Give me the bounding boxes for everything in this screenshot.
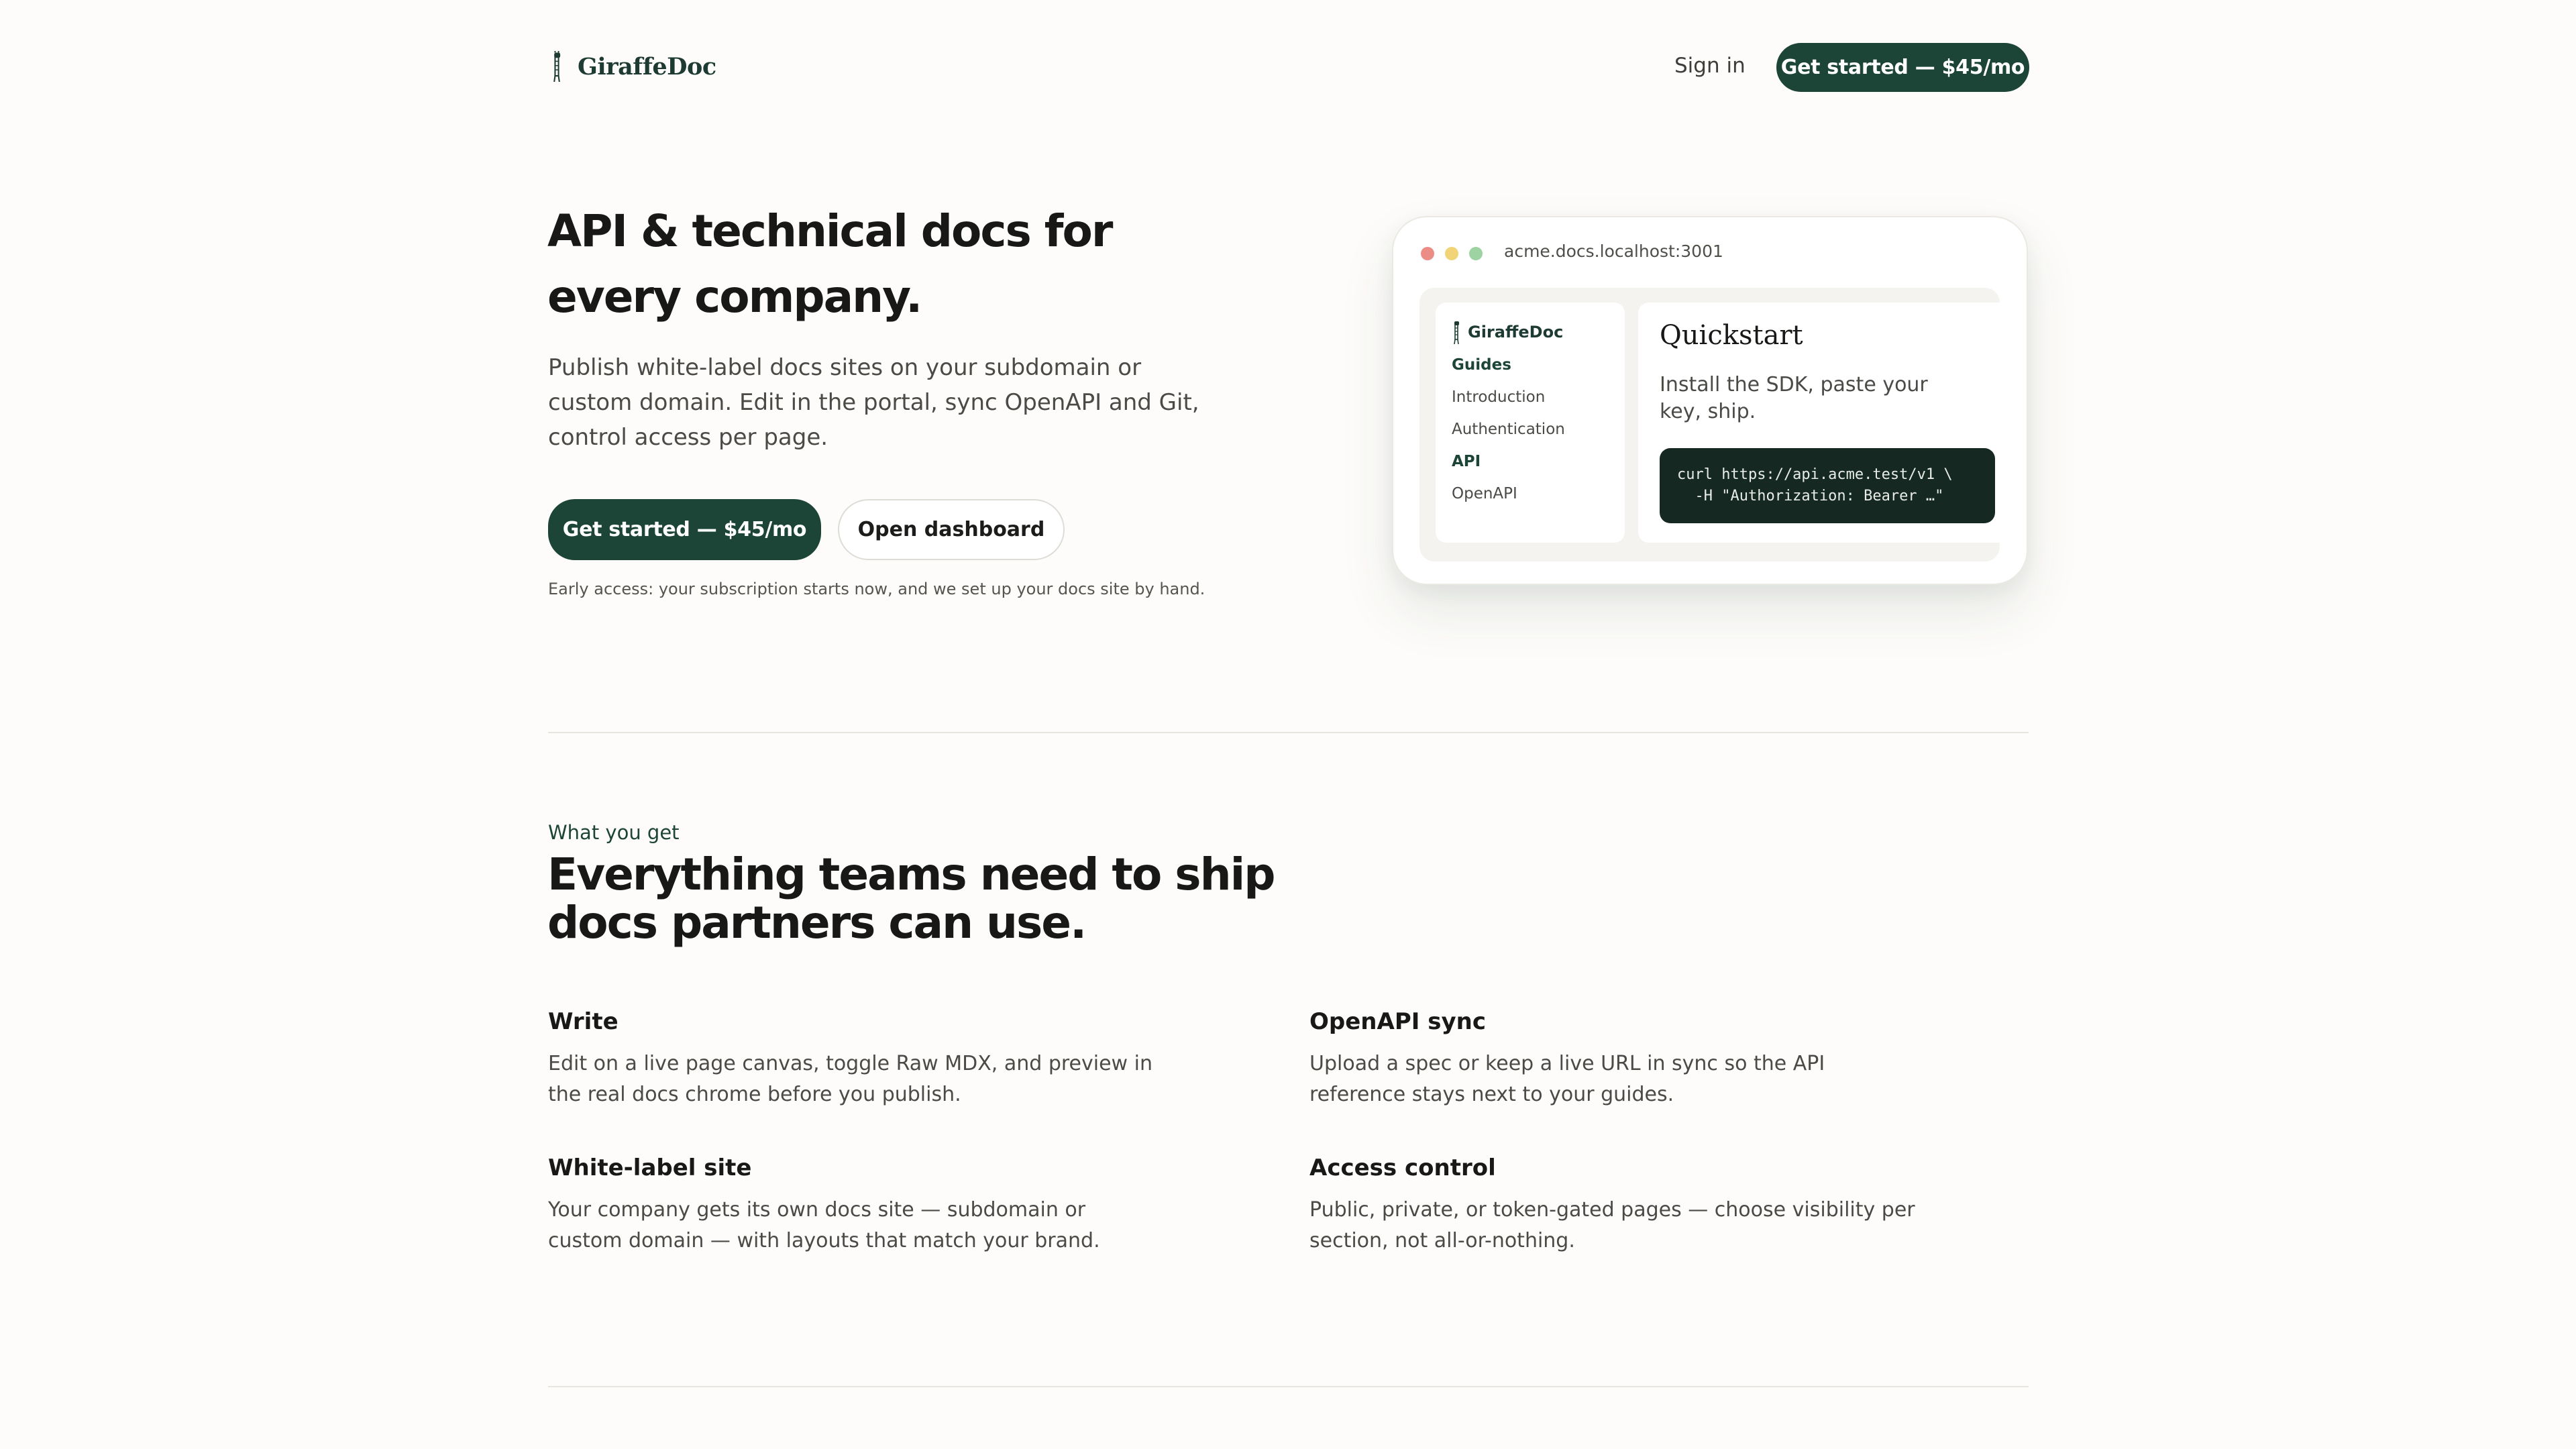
- feature-title: White-label site: [548, 1155, 752, 1181]
- landing-page: GiraffeDoc Sign in Get started — $45/mo …: [0, 0, 2576, 1449]
- preview-sidebar-heading-api: API: [1452, 453, 1481, 470]
- feature-white-label-site: White-label site Your company gets its o…: [548, 1155, 1165, 1256]
- preview-sidebar-item-openapi: OpenAPI: [1452, 485, 1517, 502]
- feature-access-control: Access control Public, private, or token…: [1309, 1155, 1927, 1256]
- feature-openapi-sync: OpenAPI sync Upload a spec or keep a liv…: [1309, 1008, 1927, 1110]
- feature-title: Access control: [1309, 1155, 1496, 1181]
- preview-sidebar-heading-guides: Guides: [1452, 356, 1511, 374]
- hero-get-started-button[interactable]: Get started — $45/mo: [548, 499, 821, 560]
- features-title: Everything teams need to ship docs partn…: [547, 849, 1275, 949]
- feature-title: OpenAPI sync: [1309, 1008, 1486, 1035]
- window-close-dot: [1421, 247, 1434, 260]
- section-divider: [548, 1386, 2029, 1387]
- preview-code-block: curl https://api.acme.test/v1 \ -H "Auth…: [1660, 448, 1995, 523]
- feature-title: Write: [548, 1008, 619, 1035]
- feature-text: Edit on a live page canvas, toggle Raw M…: [548, 1052, 1152, 1106]
- giraffe-icon: [553, 51, 561, 82]
- preview-page-title: Quickstart: [1660, 320, 1803, 351]
- brand-logo[interactable]: GiraffeDoc: [548, 51, 716, 82]
- preview-sidebar-item-authentication: Authentication: [1452, 421, 1565, 438]
- preview-brand-name: GiraffeDoc: [1468, 323, 1564, 341]
- preview-content: GiraffeDoc Guides Introduction Authentic…: [1419, 288, 2000, 561]
- preview-url: acme.docs.localhost:3001: [1504, 241, 1723, 261]
- window-maximize-dot: [1469, 247, 1483, 260]
- section-divider: [548, 732, 2029, 733]
- brand-name: GiraffeDoc: [578, 52, 716, 80]
- sign-in-link[interactable]: Sign in: [1674, 54, 1746, 78]
- preview-sidebar: GiraffeDoc Guides Introduction Authentic…: [1436, 303, 1625, 543]
- preview-page-text: Install the SDK, paste your key, ship.: [1660, 373, 1928, 423]
- preview-sidebar-item-introduction: Introduction: [1452, 388, 1546, 406]
- feature-text: Your company gets its own docs site — su…: [548, 1198, 1100, 1252]
- giraffe-icon: [1454, 321, 1459, 344]
- features-eyebrow: What you get: [548, 821, 680, 844]
- preview-brand: GiraffeDoc: [1452, 320, 1563, 344]
- hero-title: API & technical docs for every company.: [547, 205, 1113, 323]
- feature-write: Write Edit on a live page canvas, toggle…: [548, 1008, 1165, 1110]
- window-minimize-dot: [1445, 247, 1458, 260]
- open-dashboard-button[interactable]: Open dashboard: [838, 499, 1065, 560]
- early-access-note: Early access: your subscription starts n…: [548, 580, 1205, 598]
- preview-main: Quickstart Install the SDK, paste your k…: [1638, 303, 2000, 543]
- feature-text: Upload a spec or keep a live URL in sync…: [1309, 1052, 1825, 1106]
- feature-text: Public, private, or token-gated pages — …: [1309, 1198, 1915, 1252]
- header-get-started-button[interactable]: Get started — $45/mo: [1776, 43, 2029, 92]
- docs-preview-window: acme.docs.localhost:3001 GiraffeDoc Guid…: [1392, 216, 2028, 585]
- hero-subtitle: Publish white-label docs sites on your s…: [548, 354, 1199, 451]
